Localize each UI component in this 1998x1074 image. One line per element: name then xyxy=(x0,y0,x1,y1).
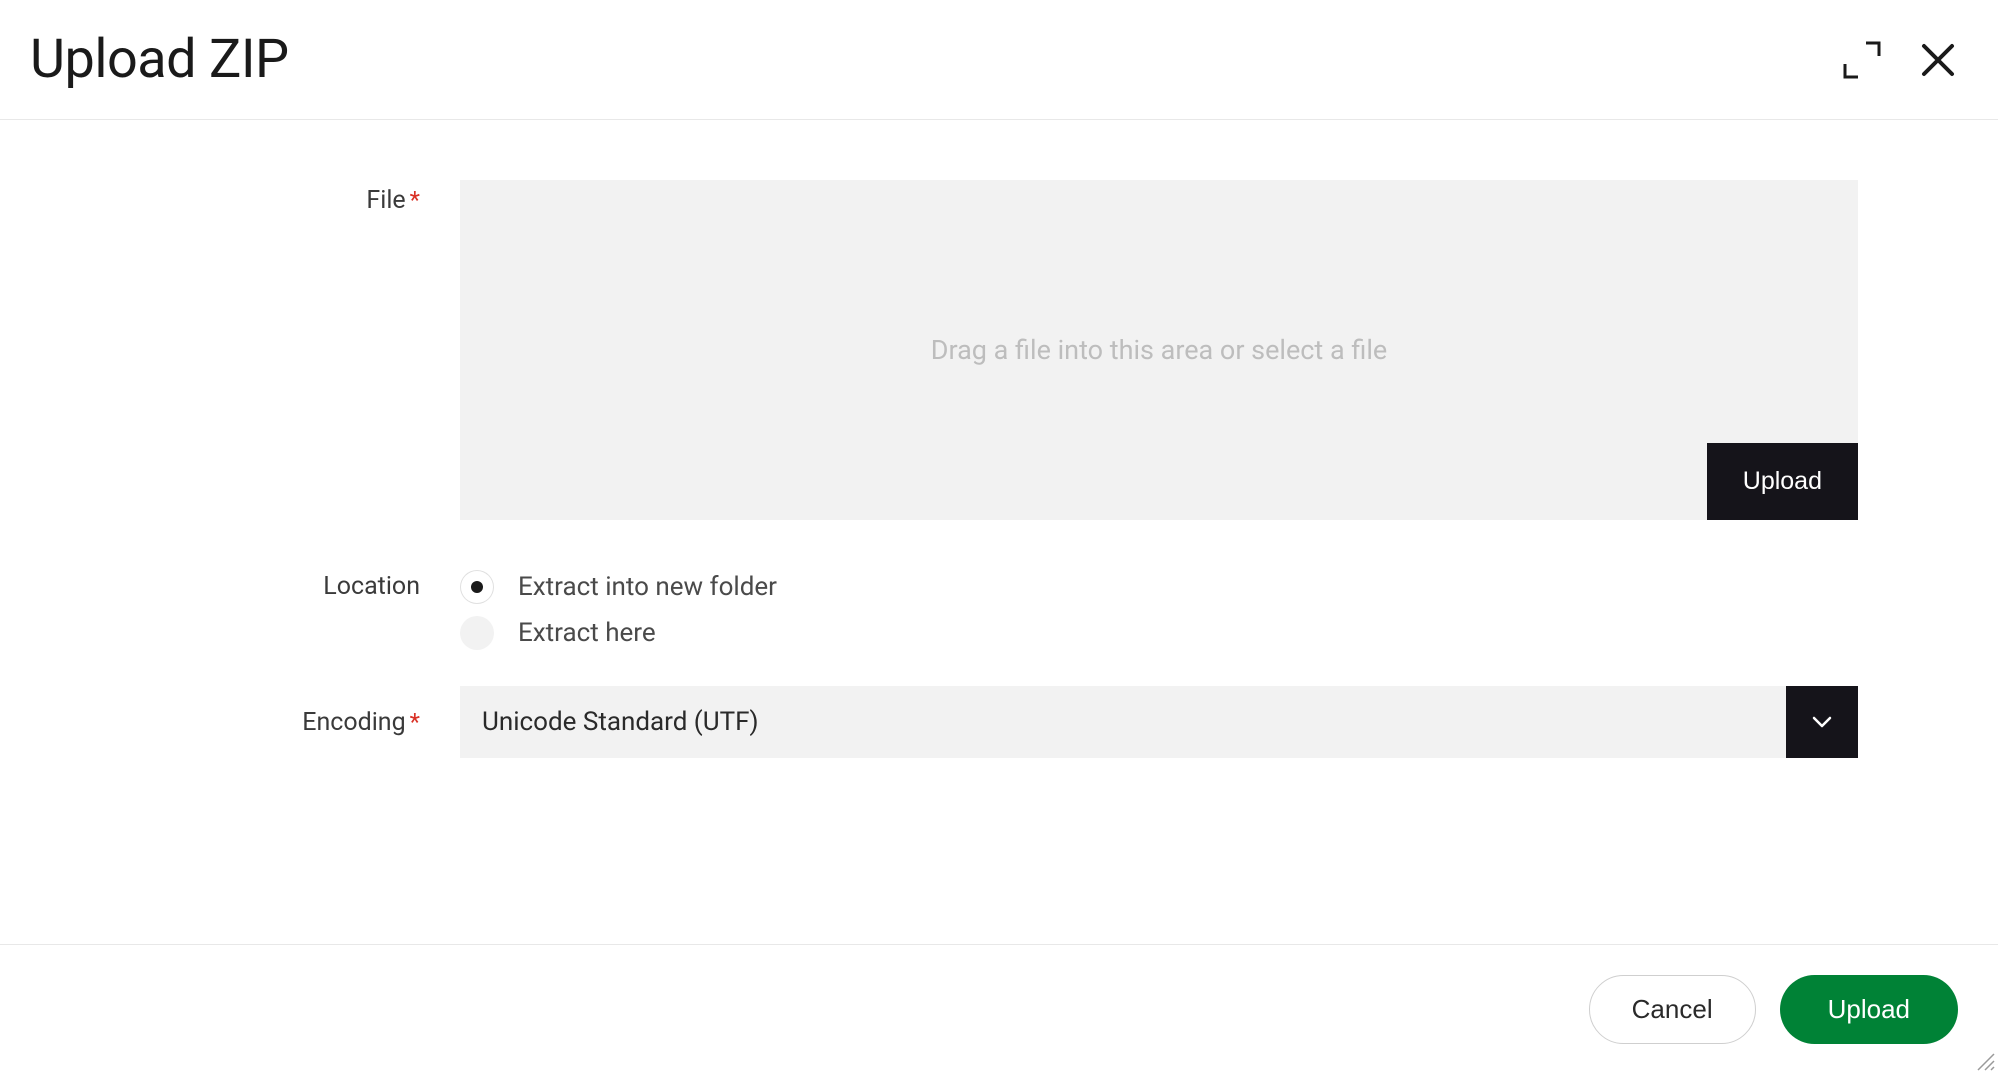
submit-upload-button[interactable]: Upload xyxy=(1780,975,1958,1044)
maximize-button[interactable] xyxy=(1840,38,1884,82)
maximize-icon xyxy=(1840,38,1884,82)
radio-label: Extract into new folder xyxy=(518,572,777,602)
resize-handle-icon[interactable] xyxy=(1974,1050,1996,1072)
file-dropzone[interactable]: Drag a file into this area or select a f… xyxy=(460,180,1858,520)
encoding-label: Encoding xyxy=(302,708,405,737)
dropzone-upload-button[interactable]: Upload xyxy=(1707,443,1858,520)
location-radio-group: Extract into new folder Extract here xyxy=(460,566,1858,650)
cancel-button[interactable]: Cancel xyxy=(1589,975,1756,1044)
header-actions xyxy=(1840,38,1958,82)
radio-extract-new-folder[interactable]: Extract into new folder xyxy=(460,570,1858,604)
required-mark: * xyxy=(410,186,420,214)
file-label: File xyxy=(366,186,405,215)
radio-label: Extract here xyxy=(518,618,656,648)
location-row: Location Extract into new folder Extract… xyxy=(0,566,1858,650)
dialog-header: Upload ZIP xyxy=(0,0,1998,120)
encoding-value: Unicode Standard (UTF) xyxy=(460,686,1786,758)
upload-zip-dialog: Upload ZIP File* Drag a file int xyxy=(0,0,1998,1074)
encoding-select[interactable]: Unicode Standard (UTF) xyxy=(460,686,1858,758)
dialog-body: File* Drag a file into this area or sele… xyxy=(0,120,1998,944)
radio-icon xyxy=(460,616,494,650)
required-mark: * xyxy=(410,708,420,736)
encoding-row: Encoding* Unicode Standard (UTF) xyxy=(0,686,1858,758)
radio-extract-here[interactable]: Extract here xyxy=(460,616,1858,650)
dialog-title: Upload ZIP xyxy=(30,28,289,91)
chevron-down-icon xyxy=(1809,709,1835,735)
close-icon xyxy=(1918,40,1958,80)
dialog-footer: Cancel Upload xyxy=(0,944,1998,1074)
file-row: File* Drag a file into this area or sele… xyxy=(0,180,1858,520)
close-button[interactable] xyxy=(1918,40,1958,80)
radio-icon xyxy=(460,570,494,604)
select-caret-button[interactable] xyxy=(1786,686,1858,758)
dropzone-placeholder: Drag a file into this area or select a f… xyxy=(931,334,1387,366)
location-label: Location xyxy=(323,572,420,601)
